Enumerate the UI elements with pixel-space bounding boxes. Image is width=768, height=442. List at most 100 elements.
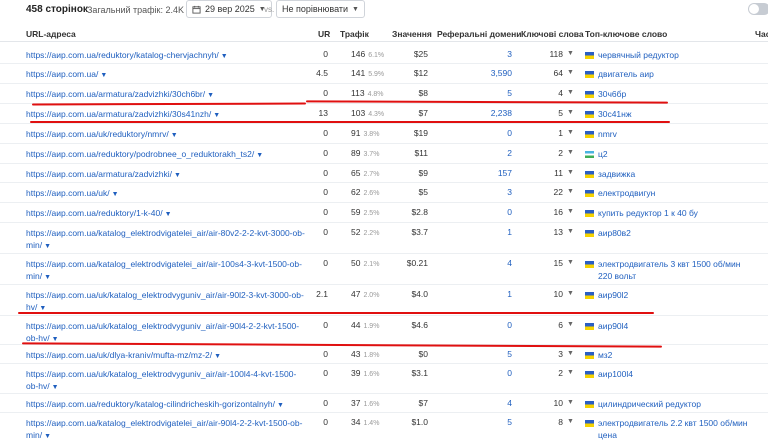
ref-domains-link[interactable]: 4 (507, 398, 512, 408)
chevron-down-icon[interactable]: ▼ (567, 228, 574, 235)
keywords-count[interactable]: 118 (549, 49, 563, 59)
top-keyword-link[interactable]: 30ч6бр (598, 88, 748, 100)
keywords-count[interactable]: 2 (558, 368, 563, 378)
ref-domains-link[interactable]: 5 (507, 417, 512, 427)
url-link[interactable]: https://аир.com.ua/uk/dlya-kraniv/mufta-… (26, 349, 308, 363)
keywords-count[interactable]: 4 (558, 88, 563, 98)
chevron-down-icon[interactable]: ▼ (171, 132, 178, 139)
keywords-count[interactable]: 15 (554, 258, 563, 268)
top-keyword-link[interactable]: 30с41нж (598, 108, 748, 120)
chevron-down-icon[interactable]: ▼ (567, 321, 574, 328)
top-keyword-link[interactable]: аир90l4 (598, 320, 748, 332)
chevron-down-icon[interactable]: ▼ (567, 259, 574, 266)
chevron-down-icon[interactable]: ▼ (567, 69, 574, 76)
date-picker-button[interactable]: 29 вер 2025 ▼ (186, 0, 272, 18)
keywords-count[interactable]: 16 (554, 207, 563, 217)
chevron-down-icon[interactable]: ▼ (214, 353, 221, 360)
top-keyword-link[interactable]: аир100l4 (598, 368, 748, 380)
chevron-down-icon[interactable]: ▼ (165, 211, 172, 218)
chevron-down-icon[interactable]: ▼ (256, 152, 263, 159)
keywords-count[interactable]: 8 (558, 417, 563, 427)
top-keyword-link[interactable]: мз2 (598, 349, 748, 361)
ref-domains-link[interactable]: 0 (507, 207, 512, 217)
chevron-down-icon[interactable]: ▼ (567, 50, 574, 57)
chevron-down-icon[interactable]: ▼ (277, 402, 284, 409)
top-keyword-link[interactable]: цилиндрический редуктор (598, 398, 748, 410)
top-keyword-link[interactable]: електродвигун (598, 187, 748, 199)
url-link[interactable]: https://аир.com.ua/uk/▼ (26, 187, 308, 201)
chevron-down-icon[interactable]: ▼ (567, 369, 574, 376)
ref-domains-link[interactable]: 5 (507, 88, 512, 98)
toggle-switch[interactable] (748, 3, 768, 15)
ref-domains-link[interactable]: 2,238 (491, 108, 512, 118)
chevron-down-icon[interactable]: ▼ (567, 129, 574, 136)
col-traffic[interactable]: Трафік (340, 29, 369, 39)
keywords-count[interactable]: 22 (554, 187, 563, 197)
chevron-down-icon[interactable]: ▼ (44, 274, 51, 281)
url-link[interactable]: https://аир.com.ua/reduktory/katalog-cil… (26, 398, 308, 412)
chevron-down-icon[interactable]: ▼ (52, 384, 59, 391)
keywords-count[interactable]: 3 (558, 349, 563, 359)
chevron-down-icon[interactable]: ▼ (567, 169, 574, 176)
keywords-count[interactable]: 10 (554, 398, 563, 408)
col-ref-domains[interactable]: Реферальні домени (437, 29, 522, 39)
col-value[interactable]: Значення (392, 29, 432, 39)
top-keyword-link[interactable]: задвижка (598, 168, 748, 180)
top-keyword-link[interactable]: электродвигатель 3 квт 1500 об/мин 220 в… (598, 258, 748, 282)
chevron-down-icon[interactable]: ▼ (567, 109, 574, 116)
chevron-down-icon[interactable]: ▼ (44, 243, 51, 250)
keywords-count[interactable]: 1 (558, 128, 563, 138)
chevron-down-icon[interactable]: ▼ (567, 350, 574, 357)
top-keyword-link[interactable]: электродвигатель 2.2 квт 1500 об/мин цен… (598, 417, 748, 441)
keywords-count[interactable]: 5 (558, 108, 563, 118)
col-ur[interactable]: UR (318, 29, 330, 39)
ref-domains-link[interactable]: 2 (507, 148, 512, 158)
chevron-down-icon[interactable]: ▼ (567, 149, 574, 156)
url-link[interactable]: https://аир.com.ua/armatura/zadvizhki/▼ (26, 168, 308, 182)
chevron-down-icon[interactable]: ▼ (174, 172, 181, 179)
top-keyword-link[interactable]: ц2 (598, 148, 748, 160)
chevron-down-icon[interactable]: ▼ (112, 191, 119, 198)
top-keyword-link[interactable]: купить редуктор 1 к 40 бу (598, 207, 748, 219)
url-link[interactable]: https://аир.com.ua/armatura/zadvizhki/30… (26, 88, 308, 102)
url-link[interactable]: https://аир.com.ua/reduktory/podrobnee_o… (26, 148, 308, 162)
keywords-count[interactable]: 10 (554, 289, 563, 299)
keywords-count[interactable]: 64 (554, 68, 563, 78)
top-keyword-link[interactable]: nmrv (598, 128, 748, 140)
ref-domains-link[interactable]: 4 (507, 258, 512, 268)
chevron-down-icon[interactable]: ▼ (567, 188, 574, 195)
chevron-down-icon[interactable]: ▼ (213, 112, 220, 119)
col-top-keyword[interactable]: Топ-ключове слово (585, 29, 667, 39)
chevron-down-icon[interactable]: ▼ (567, 208, 574, 215)
ref-domains-link[interactable]: 3,590 (491, 68, 512, 78)
chevron-down-icon[interactable]: ▼ (567, 399, 574, 406)
url-link[interactable]: https://аир.com.ua/katalog_elektrodvigat… (26, 417, 308, 442)
ref-domains-link[interactable]: 3 (507, 49, 512, 59)
url-link[interactable]: https://аир.com.ua/reduktory/1-k-40/▼ (26, 207, 308, 221)
top-keyword-link[interactable]: двигатель аир (598, 68, 748, 80)
url-link[interactable]: https://аир.com.ua/katalog_elektrodvigat… (26, 227, 308, 253)
col-keywords[interactable]: Ключові слова (521, 29, 584, 39)
keywords-count[interactable]: 13 (554, 227, 563, 237)
ref-domains-link[interactable]: 0 (507, 320, 512, 330)
chevron-down-icon[interactable]: ▼ (39, 305, 46, 312)
chevron-down-icon[interactable]: ▼ (567, 290, 574, 297)
compare-dropdown[interactable]: Не порівнювати ▼ (276, 0, 365, 18)
keywords-count[interactable]: 6 (558, 320, 563, 330)
url-link[interactable]: https://аир.com.ua/reduktory/katalog-che… (26, 49, 308, 63)
chevron-down-icon[interactable]: ▼ (100, 72, 107, 79)
col-edge[interactable]: Част (755, 29, 768, 39)
ref-domains-link[interactable]: 157 (498, 168, 512, 178)
keywords-count[interactable]: 11 (554, 168, 563, 178)
chevron-down-icon[interactable]: ▼ (221, 53, 228, 60)
url-link[interactable]: https://аир.com.ua/uk/reduktory/nmrv/▼ (26, 128, 308, 142)
ref-domains-link[interactable]: 5 (507, 349, 512, 359)
top-keyword-link[interactable]: аир80в2 (598, 227, 748, 239)
ref-domains-link[interactable]: 0 (507, 368, 512, 378)
chevron-down-icon[interactable]: ▼ (207, 92, 214, 99)
keywords-count[interactable]: 2 (558, 148, 563, 158)
col-url[interactable]: URL-адреса (26, 29, 76, 39)
url-link[interactable]: https://аир.com.ua/katalog_elektrodvigat… (26, 258, 308, 284)
ref-domains-link[interactable]: 0 (507, 128, 512, 138)
url-link[interactable]: https://аир.com.ua/armatura/zadvizhki/30… (26, 108, 308, 122)
